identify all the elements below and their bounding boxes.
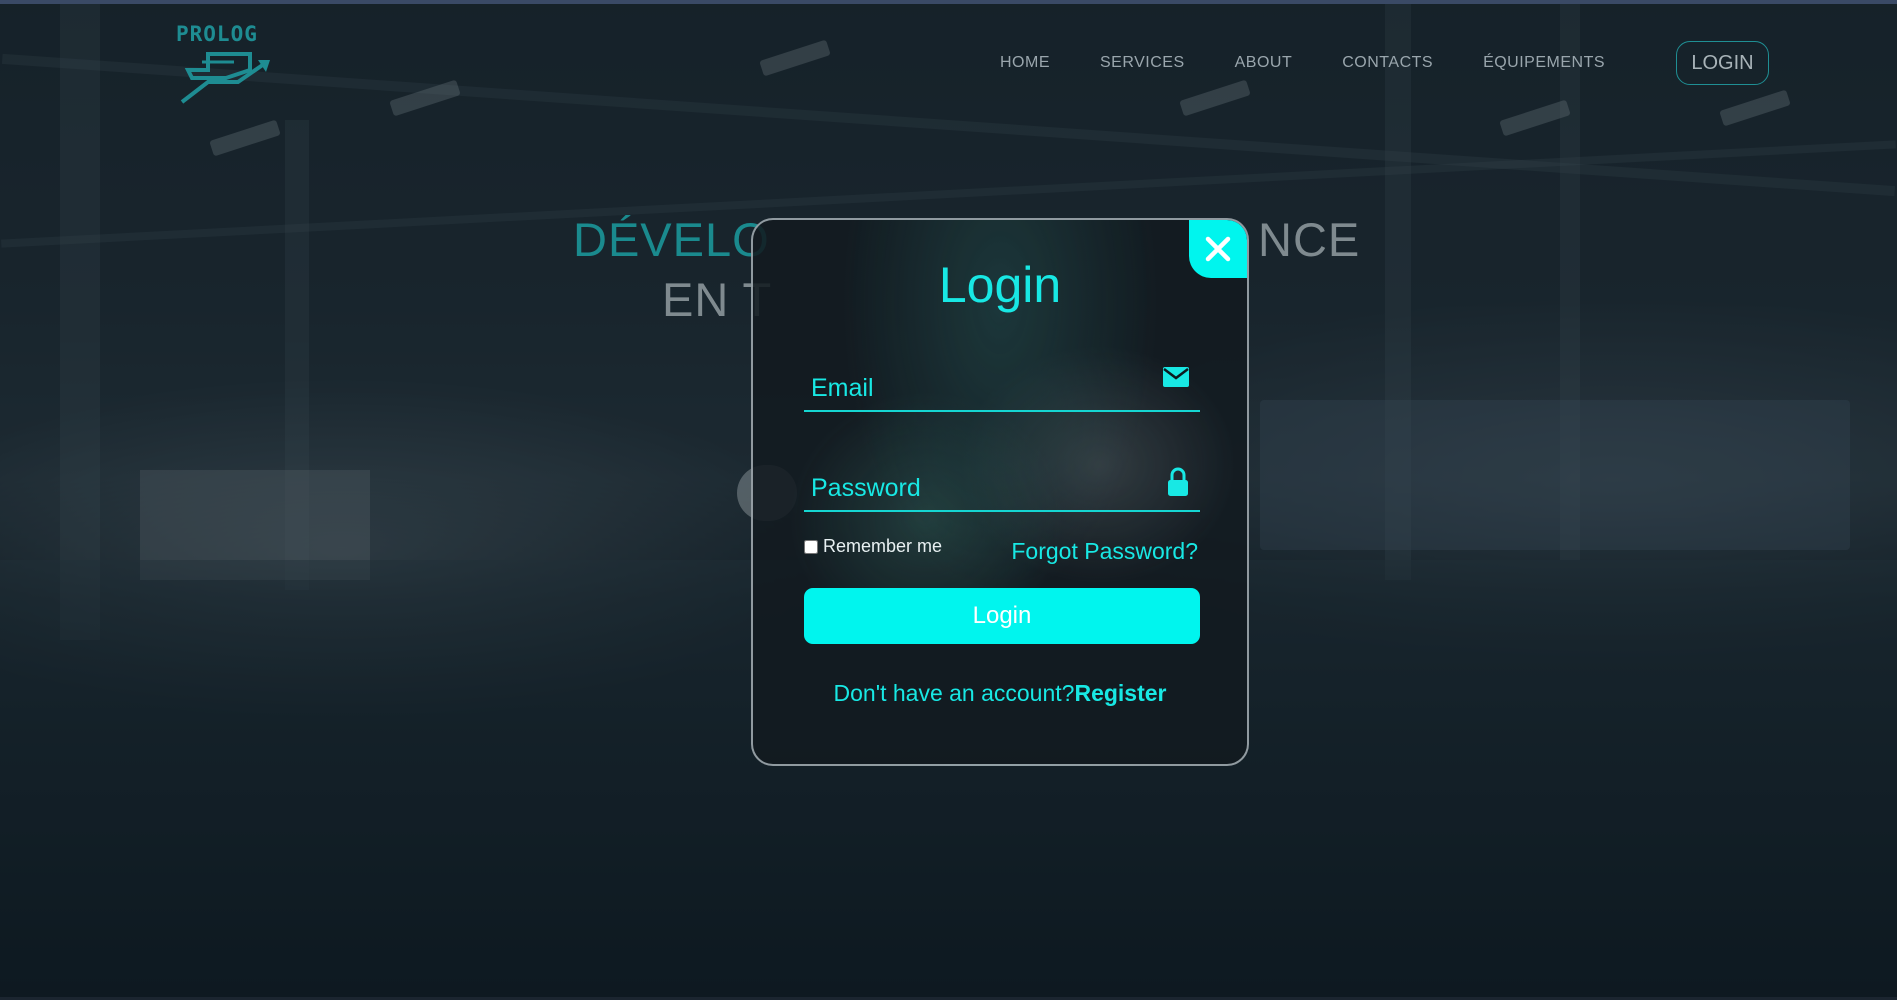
modal-title: Login: [938, 257, 1062, 313]
forgot-password-link[interactable]: Forgot Password?: [1011, 538, 1198, 565]
register-prompt-text: Don't have an account?: [833, 680, 1075, 706]
hero-heading-start: DÉVELO: [573, 213, 770, 266]
lock-icon: [1166, 466, 1190, 503]
remember-label: Remember me: [823, 536, 943, 556]
login-modal: Login Remember me Forgot Pas: [751, 218, 1249, 766]
register-prompt: Don't have an account?Register: [753, 680, 1247, 707]
email-field-wrapper: [804, 352, 1200, 412]
remember-me[interactable]: Remember me: [804, 536, 942, 557]
nav-login-button[interactable]: LOGIN: [1676, 41, 1769, 85]
truck-logo-icon: [180, 52, 270, 104]
logo-text: PROLOG: [176, 22, 258, 46]
remember-checkbox[interactable]: [804, 539, 818, 554]
nav-contacts[interactable]: CONTACTS: [1342, 54, 1433, 72]
page: PROLOG HOME SERVICES ABOUT CONTACTS ÉQUI…: [0, 0, 1897, 1000]
password-input[interactable]: [804, 452, 1144, 510]
login-submit-button[interactable]: Login: [804, 588, 1200, 644]
nav-about[interactable]: ABOUT: [1235, 54, 1293, 72]
main-nav: HOME SERVICES ABOUT CONTACTS ÉQUIPEMENTS: [1000, 54, 1605, 72]
mail-icon: [1162, 366, 1190, 393]
hero-heading-end: NCE: [1258, 213, 1361, 266]
prolog-logo[interactable]: PROLOG: [176, 22, 276, 104]
register-link[interactable]: Register: [1074, 680, 1166, 706]
top-border: [0, 0, 1897, 4]
email-input[interactable]: [804, 352, 1144, 410]
nav-home[interactable]: HOME: [1000, 54, 1050, 72]
nav-equipements[interactable]: ÉQUIPEMENTS: [1483, 54, 1605, 72]
password-field-wrapper: [804, 452, 1200, 512]
nav-services[interactable]: SERVICES: [1100, 54, 1185, 72]
